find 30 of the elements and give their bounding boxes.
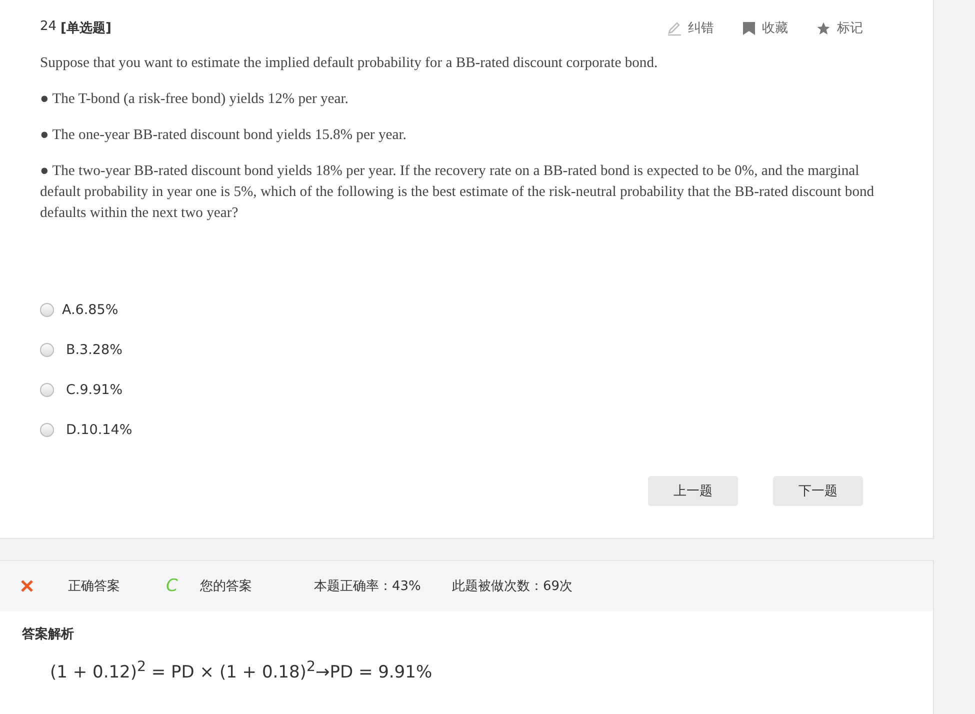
question-type: [单选题] bbox=[60, 20, 112, 37]
radio-button[interactable] bbox=[40, 343, 54, 357]
option-label[interactable]: B.3.28% bbox=[66, 342, 122, 358]
analysis-title: 答案解析 bbox=[22, 626, 75, 643]
pencil-icon bbox=[667, 20, 682, 36]
your-answer-label: 您的答案 bbox=[200, 578, 253, 595]
your-answer: C bbox=[166, 576, 179, 596]
bookmark-icon bbox=[742, 20, 756, 36]
action-link[interactable]: 收藏 bbox=[742, 19, 788, 37]
nav-button[interactable]: 上一题 bbox=[648, 476, 738, 506]
correct-answer-label: 正确答案 bbox=[68, 578, 121, 595]
question-text: ● The two-year BB-rated discount bond yields 18% per year. If the recovery rate on a BB-rated bond is expected to be 0%, and the marginal default probability in year one is 5%, which of the following is the best estimate of the risk-neutral probability that the BB-rated discount bond defaults within the next two year? bbox=[40, 162, 876, 223]
nav-button[interactable]: 下一题 bbox=[773, 476, 863, 506]
option-label[interactable]: C.9.91% bbox=[66, 382, 123, 398]
accuracy-text: 本题正确率：43% bbox=[314, 578, 422, 595]
question-text: ● The T-bond (a risk-free bond) yields 12% per year. bbox=[40, 90, 350, 109]
radio-button[interactable] bbox=[40, 423, 54, 437]
cross-icon bbox=[20, 579, 34, 593]
action-link[interactable]: 标记 bbox=[816, 19, 863, 37]
action-link[interactable]: 纠错 bbox=[667, 19, 714, 37]
question-text: Suppose that you want to estimate the implied default probability for a BB-rated discount corporate bond. bbox=[40, 54, 659, 73]
option-label[interactable]: A.6.85% bbox=[62, 302, 118, 318]
radio-button[interactable] bbox=[40, 303, 54, 317]
formula-text: (1 + 0.12)$^{2}$ = PD × (1 + 0.18)$^{2}$→PD = 9.91% bbox=[50, 659, 434, 683]
option-label[interactable]: D.10.14% bbox=[66, 422, 132, 438]
question-text: ● The one-year BB-rated discount bond yields 15.8% per year. bbox=[40, 126, 408, 145]
radio-button[interactable] bbox=[40, 383, 54, 397]
question-number: 24 bbox=[40, 19, 57, 36]
star-icon bbox=[816, 20, 831, 36]
attempts-text: 此题被做次数：69次 bbox=[452, 578, 573, 595]
